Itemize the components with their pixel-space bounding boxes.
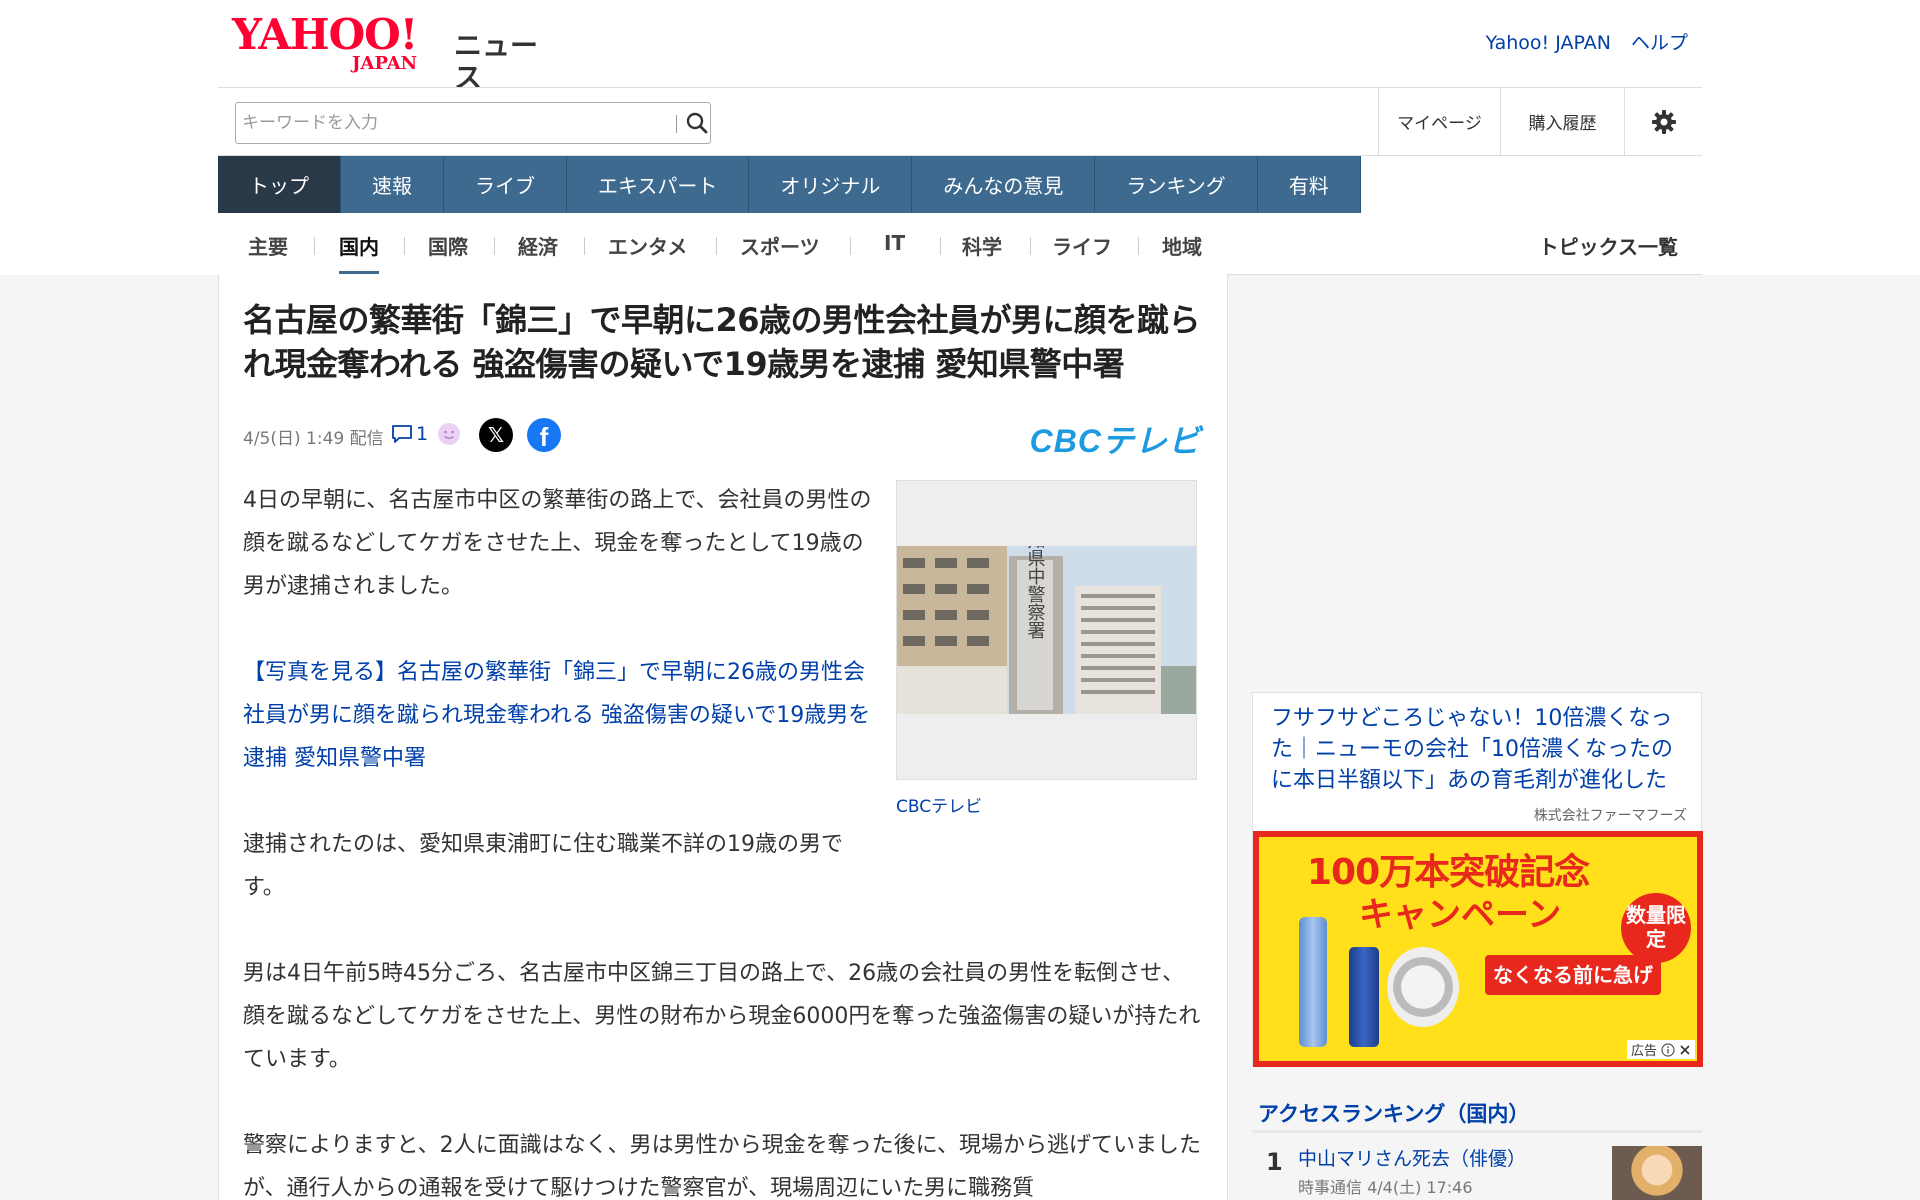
- gnav-paid[interactable]: 有料: [1258, 156, 1361, 213]
- gnav-expert[interactable]: エキスパート: [567, 156, 750, 213]
- category-divider: [404, 237, 405, 255]
- logo-yahoo-text: YAHOO!: [232, 10, 418, 59]
- ad-banner-subheadline: キャンペーン: [1359, 895, 1562, 935]
- search-box: [235, 102, 711, 144]
- info-icon: [1661, 1042, 1675, 1057]
- category-main[interactable]: 主要: [248, 231, 288, 275]
- category-divider: [494, 237, 495, 255]
- ad-label-text: 広告: [1630, 1044, 1657, 1059]
- ad-product-bottle: [1299, 917, 1327, 1047]
- purchase-history-link[interactable]: 購入履歴: [1500, 88, 1624, 155]
- search-icon: [686, 112, 708, 134]
- category-divider: [584, 237, 585, 255]
- article-paragraph: 逮捕されたのは、愛知県東浦町に住む職業不詳の19歳の男です。: [243, 832, 843, 900]
- photo-caption[interactable]: CBCテレビ: [896, 792, 982, 817]
- gnav-filler: [1360, 156, 1702, 213]
- ad-label[interactable]: 広告: [1626, 1040, 1695, 1059]
- close-icon: [1680, 1044, 1690, 1055]
- category-science[interactable]: 科学: [962, 231, 1002, 275]
- photo-sign-text: 愛知県中警察署: [1025, 546, 1046, 639]
- gnav-ranking[interactable]: ランキング: [1095, 156, 1258, 213]
- ranking-item-source: 時事通信 4/4(土) 17:46: [1298, 1178, 1473, 1197]
- category-domestic[interactable]: 国内: [339, 231, 379, 275]
- comment-count: 1: [416, 423, 429, 445]
- topics-list-link[interactable]: トピックス一覧: [1539, 231, 1678, 260]
- header-links: Yahoo! JAPAN ヘルプ: [1472, 28, 1688, 55]
- ad-cta: なくなる前に急げ: [1485, 955, 1661, 995]
- ranking-item-thumbnail[interactable]: [1612, 1146, 1702, 1200]
- category-divider: [940, 237, 941, 255]
- publish-date: 4/5(日) 1:49 配信: [243, 429, 384, 449]
- category-divider: [716, 237, 717, 255]
- article: 名古屋の繁華街「錦三」で早朝に26歳の男性会社員が男に顔を蹴られ現金奪われる 強…: [218, 274, 1228, 1200]
- category-region[interactable]: 地域: [1162, 231, 1202, 275]
- police-station-image: 愛知県中警察署: [897, 546, 1196, 714]
- gnav-original[interactable]: オリジナル: [749, 156, 913, 213]
- sponsored-ad[interactable]: フサフサどころじゃない！10倍濃くなった｜ニューモの会社「10倍濃くなったのに本…: [1252, 692, 1703, 1067]
- gnav-opinions[interactable]: みんなの意見: [912, 156, 1096, 213]
- ranking-divider: [1252, 1130, 1702, 1133]
- article-title: 名古屋の繁華街「錦三」で早朝に26歳の男性会社員が男に顔を蹴られ現金奪われる 強…: [243, 301, 1201, 383]
- logo-news-text: ニュース: [454, 29, 539, 94]
- category-divider: [314, 237, 315, 255]
- settings-button[interactable]: [1624, 88, 1702, 155]
- article-paragraph: 4日の早朝に、名古屋市中区の繁華街の路上で、会社員の男性の顔を蹴るなどしてケガを…: [243, 488, 872, 599]
- search-button[interactable]: [684, 109, 710, 137]
- article-meta: 4/5(日) 1:49 配信 1 𝕏 f CBCテレビ: [243, 414, 1205, 459]
- x-icon: 𝕏: [487, 423, 505, 447]
- category-divider: [850, 237, 851, 255]
- help-link[interactable]: ヘルプ: [1631, 32, 1688, 54]
- gear-icon: [1651, 109, 1676, 134]
- gnav-live[interactable]: ライブ: [444, 156, 567, 213]
- search-divider: [676, 115, 677, 133]
- category-nav: 主要 国内 国際 経済 エンタメ スポーツ IT 科学 ライフ 地域 トピックス…: [218, 213, 1702, 275]
- category-economy[interactable]: 経済: [518, 231, 558, 275]
- source-logo[interactable]: CBCテレビ: [1030, 416, 1201, 462]
- comment-link[interactable]: 1: [391, 422, 461, 446]
- ranking-number: 1: [1266, 1148, 1283, 1176]
- ranking-item-title[interactable]: 中山マリさん死去（俳優）: [1298, 1144, 1526, 1171]
- ad-headline[interactable]: フサフサどころじゃない！10倍濃くなった｜ニューモの会社「10倍濃くなったのに本…: [1271, 703, 1691, 796]
- category-it[interactable]: IT: [884, 231, 905, 275]
- article-photo[interactable]: 愛知県中警察署: [896, 480, 1197, 780]
- article-paragraph: 男は4日午前5時45分ごろ、名古屋市中区錦三丁目の路上で、26歳の会社員の男性を…: [243, 961, 1201, 1072]
- search-input[interactable]: [242, 109, 662, 137]
- ad-limited-badge: 数量限定: [1621, 893, 1691, 963]
- category-international[interactable]: 国際: [428, 231, 468, 275]
- share-x-button[interactable]: 𝕏: [479, 418, 513, 452]
- facebook-icon: f: [539, 422, 549, 452]
- share-facebook-button[interactable]: f: [527, 418, 561, 452]
- global-nav: トップ 速報 ライブ エキスパート オリジナル みんなの意見 ランキング 有料: [218, 156, 1702, 213]
- yahoo-news-logo[interactable]: YAHOO! JAPAN ニュース: [232, 10, 562, 94]
- category-divider: [1030, 237, 1031, 255]
- yahoo-japan-link[interactable]: Yahoo! JAPAN: [1486, 32, 1611, 54]
- ad-product-brush: [1387, 947, 1459, 1027]
- gnav-top[interactable]: トップ: [218, 156, 341, 213]
- category-entertainment[interactable]: エンタメ: [608, 231, 687, 275]
- ranking-heading: アクセスランキング（国内）: [1258, 1102, 1530, 1126]
- article-paragraph: 警察によりますと、2人に面識はなく、男は男性から現金を奪った後に、現場から逃げて…: [243, 1133, 1202, 1200]
- ad-banner-image[interactable]: 100万本突破記念 キャンペーン 数量限定 なくなる前に急げ 広告: [1253, 831, 1703, 1067]
- search-bar: マイページ 購入履歴: [218, 87, 1702, 156]
- category-life[interactable]: ライフ: [1052, 231, 1112, 275]
- ad-sponsor: 株式会社ファーマフーズ: [1533, 808, 1687, 824]
- mypage-link[interactable]: マイページ: [1378, 88, 1500, 155]
- reaction-icon: [438, 423, 461, 445]
- logo-japan-text: JAPAN: [352, 53, 418, 74]
- photo-link[interactable]: 【写真を見る】名古屋の繁華街「錦三」で早朝に26歳の男性会社員が男に顔を蹴られ現…: [243, 651, 873, 780]
- gnav-breaking[interactable]: 速報: [341, 156, 444, 213]
- category-divider: [1138, 237, 1139, 255]
- category-sports[interactable]: スポーツ: [740, 231, 820, 275]
- comment-icon: [392, 425, 412, 443]
- photo-illustration: 愛知県中警察署: [897, 546, 1196, 714]
- ad-product-shampoo: [1349, 947, 1379, 1047]
